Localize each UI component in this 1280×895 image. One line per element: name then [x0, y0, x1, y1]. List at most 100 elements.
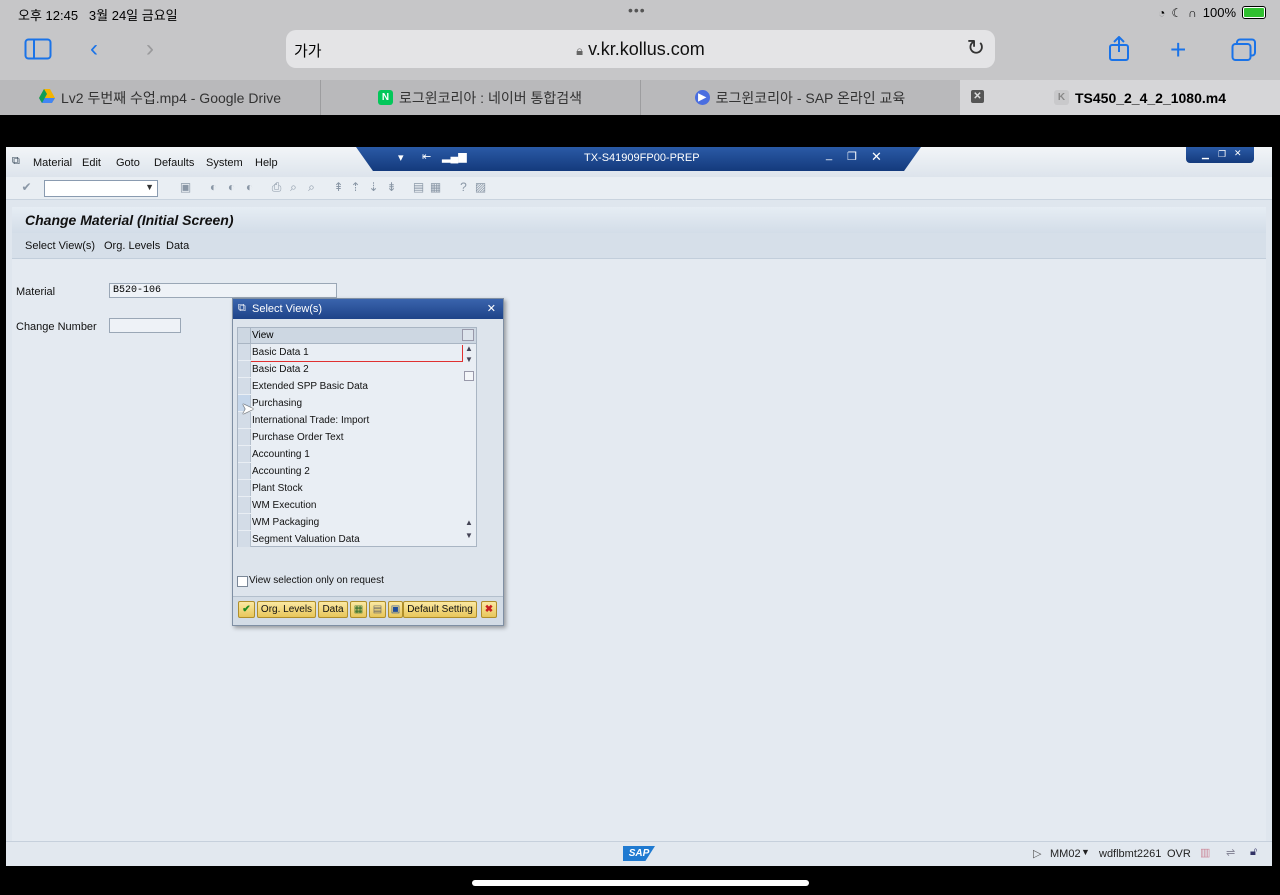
back-icon[interactable]: ‹: [90, 35, 98, 63]
find-icon[interactable]: ⌕: [287, 181, 300, 194]
view-row[interactable]: Plant Stock: [238, 480, 466, 497]
naver-icon: N: [378, 90, 393, 105]
view-row[interactable]: Purchase Order Text: [238, 429, 466, 446]
window-restore-icon[interactable]: ❐: [1218, 149, 1226, 160]
view-row[interactable]: Accounting 2: [238, 463, 466, 480]
scroll-down-icon[interactable]: ▼: [465, 355, 473, 364]
row-selector[interactable]: [238, 480, 251, 496]
column-settings-icon[interactable]: [462, 329, 474, 341]
last-page-icon[interactable]: ⇟: [385, 181, 398, 194]
scroll-page-down-icon[interactable]: ▼: [465, 531, 473, 540]
menu-system[interactable]: System: [206, 157, 243, 169]
view-row[interactable]: Purchasing: [238, 395, 466, 412]
kollus-icon: K: [1053, 90, 1069, 105]
view-row[interactable]: Accounting 1: [238, 446, 466, 463]
minimize-icon[interactable]: _: [826, 149, 832, 161]
select-all-cell[interactable]: [238, 328, 251, 343]
row-selector[interactable]: [238, 531, 251, 547]
tabs-overview-icon[interactable]: [1231, 38, 1257, 69]
unlock-icon[interactable]: 🔓︎: [1250, 846, 1257, 859]
enter-icon[interactable]: ✔: [20, 181, 33, 194]
row-selector[interactable]: [238, 463, 251, 479]
sap-window: ⧉ Material Edit Goto Defaults System Hel…: [6, 147, 1272, 866]
transaction-dropdown-icon[interactable]: ▼: [1081, 847, 1090, 857]
dropdown-icon[interactable]: ▾: [398, 151, 404, 164]
print-icon[interactable]: ⎙: [270, 181, 283, 194]
view-selection-checkbox[interactable]: [237, 576, 248, 587]
window-minimize-icon[interactable]: ▁: [1202, 149, 1209, 160]
tab-sap-education[interactable]: ▶ 로그윈코리아 - SAP 온라인 교육: [640, 80, 961, 115]
cancel-dialog-button[interactable]: ✖: [481, 601, 497, 618]
menu-material[interactable]: Material: [33, 157, 72, 169]
view-row[interactable]: WM Execution: [238, 497, 466, 514]
vertical-scrollbar[interactable]: ▲ ▼ ▲ ▼: [463, 344, 475, 545]
sap-menu-icon[interactable]: ⧉: [12, 155, 20, 168]
row-selector[interactable]: [238, 514, 251, 530]
org-levels-dialog-button[interactable]: Org. Levels: [257, 601, 316, 618]
view-row[interactable]: Segment Valuation Data: [238, 531, 466, 548]
help-icon[interactable]: ?: [457, 181, 470, 194]
new-tab-icon[interactable]: +: [1170, 34, 1186, 66]
exit-icon[interactable]: ◐: [225, 181, 238, 194]
first-page-icon[interactable]: ⇞: [332, 181, 345, 194]
customize-layout-icon[interactable]: ▨: [474, 181, 487, 194]
url-text[interactable]: 🔒︎ v.kr.kollus.com: [286, 39, 995, 60]
view-row[interactable]: Basic Data 2: [238, 361, 466, 378]
change-number-input[interactable]: [109, 318, 181, 333]
data-dialog-button[interactable]: Data: [318, 601, 348, 618]
tab-naver-search[interactable]: N 로그윈코리아 : 네이버 통합검색: [320, 80, 641, 115]
row-selector[interactable]: [238, 361, 251, 377]
tab-video-file[interactable]: ✕ K TS450_2_4_2_1080.m4: [960, 80, 1280, 115]
view-row[interactable]: Extended SPP Basic Data: [238, 378, 466, 395]
row-selector[interactable]: [238, 429, 251, 445]
scroll-page-up-icon[interactable]: ▲: [465, 518, 473, 527]
org-levels-button[interactable]: Org. Levels: [104, 240, 160, 252]
back-icon[interactable]: ◐: [207, 181, 220, 194]
status-layout-icon[interactable]: ⇌: [1226, 846, 1235, 859]
home-indicator[interactable]: [472, 880, 809, 886]
tab-google-drive[interactable]: Lv2 두번째 수업.mp4 - Google Drive: [0, 80, 321, 115]
next-page-icon[interactable]: ⇣: [367, 181, 380, 194]
sidebar-icon[interactable]: [24, 38, 52, 67]
address-bar[interactable]: 가가 🔒︎ v.kr.kollus.com ↻: [286, 30, 995, 68]
row-selector[interactable]: [238, 378, 251, 394]
menu-defaults[interactable]: Defaults: [154, 157, 194, 169]
view-row[interactable]: International Trade: Import: [238, 412, 466, 429]
previous-page-icon[interactable]: ⇡: [349, 181, 362, 194]
data-button[interactable]: Data: [166, 240, 189, 252]
window-close-icon[interactable]: ✕: [1234, 148, 1242, 159]
menu-goto[interactable]: Goto: [116, 157, 140, 169]
dialog-close-icon[interactable]: ✕: [487, 302, 496, 315]
pin-icon[interactable]: ⇤: [422, 150, 431, 163]
new-session-icon[interactable]: ▤: [412, 181, 425, 194]
find-next-icon[interactable]: ⌕: [305, 181, 318, 194]
select-all-icon[interactable]: ▦: [350, 601, 367, 618]
select-views-button[interactable]: Select View(s): [25, 240, 95, 252]
forward-icon[interactable]: ›: [146, 35, 154, 63]
multitasking-dots-icon[interactable]: •••: [628, 2, 646, 18]
close-icon[interactable]: ✕: [871, 149, 882, 165]
deselect-all-icon[interactable]: ▤: [369, 601, 386, 618]
menu-edit[interactable]: Edit: [82, 157, 101, 169]
save-default-icon[interactable]: ▣: [388, 601, 403, 618]
row-selector[interactable]: [238, 446, 251, 462]
status-expand-icon[interactable]: ▷: [1033, 847, 1041, 860]
row-selector[interactable]: [238, 497, 251, 513]
screen-title-bar: Change Material (Initial Screen): [12, 207, 1266, 233]
cancel-icon[interactable]: ◐: [243, 181, 256, 194]
menu-help[interactable]: Help: [255, 157, 278, 169]
reload-icon[interactable]: ↻: [967, 35, 985, 61]
scroll-thumb[interactable]: [464, 371, 474, 381]
share-icon[interactable]: [1107, 35, 1131, 69]
continue-button[interactable]: ✔: [238, 601, 255, 618]
shortcut-icon[interactable]: ▦: [429, 181, 442, 194]
scroll-up-icon[interactable]: ▲: [465, 344, 473, 353]
save-icon[interactable]: ▣: [179, 181, 192, 194]
material-input[interactable]: B520-106: [109, 283, 337, 298]
command-field[interactable]: ▼: [44, 180, 158, 197]
command-dropdown-icon[interactable]: ▼: [145, 182, 154, 192]
default-setting-button[interactable]: Default Setting: [403, 601, 477, 618]
restore-icon[interactable]: ❐: [847, 150, 857, 163]
view-row[interactable]: WM Packaging: [238, 514, 466, 531]
close-tab-icon[interactable]: ✕: [971, 90, 984, 103]
